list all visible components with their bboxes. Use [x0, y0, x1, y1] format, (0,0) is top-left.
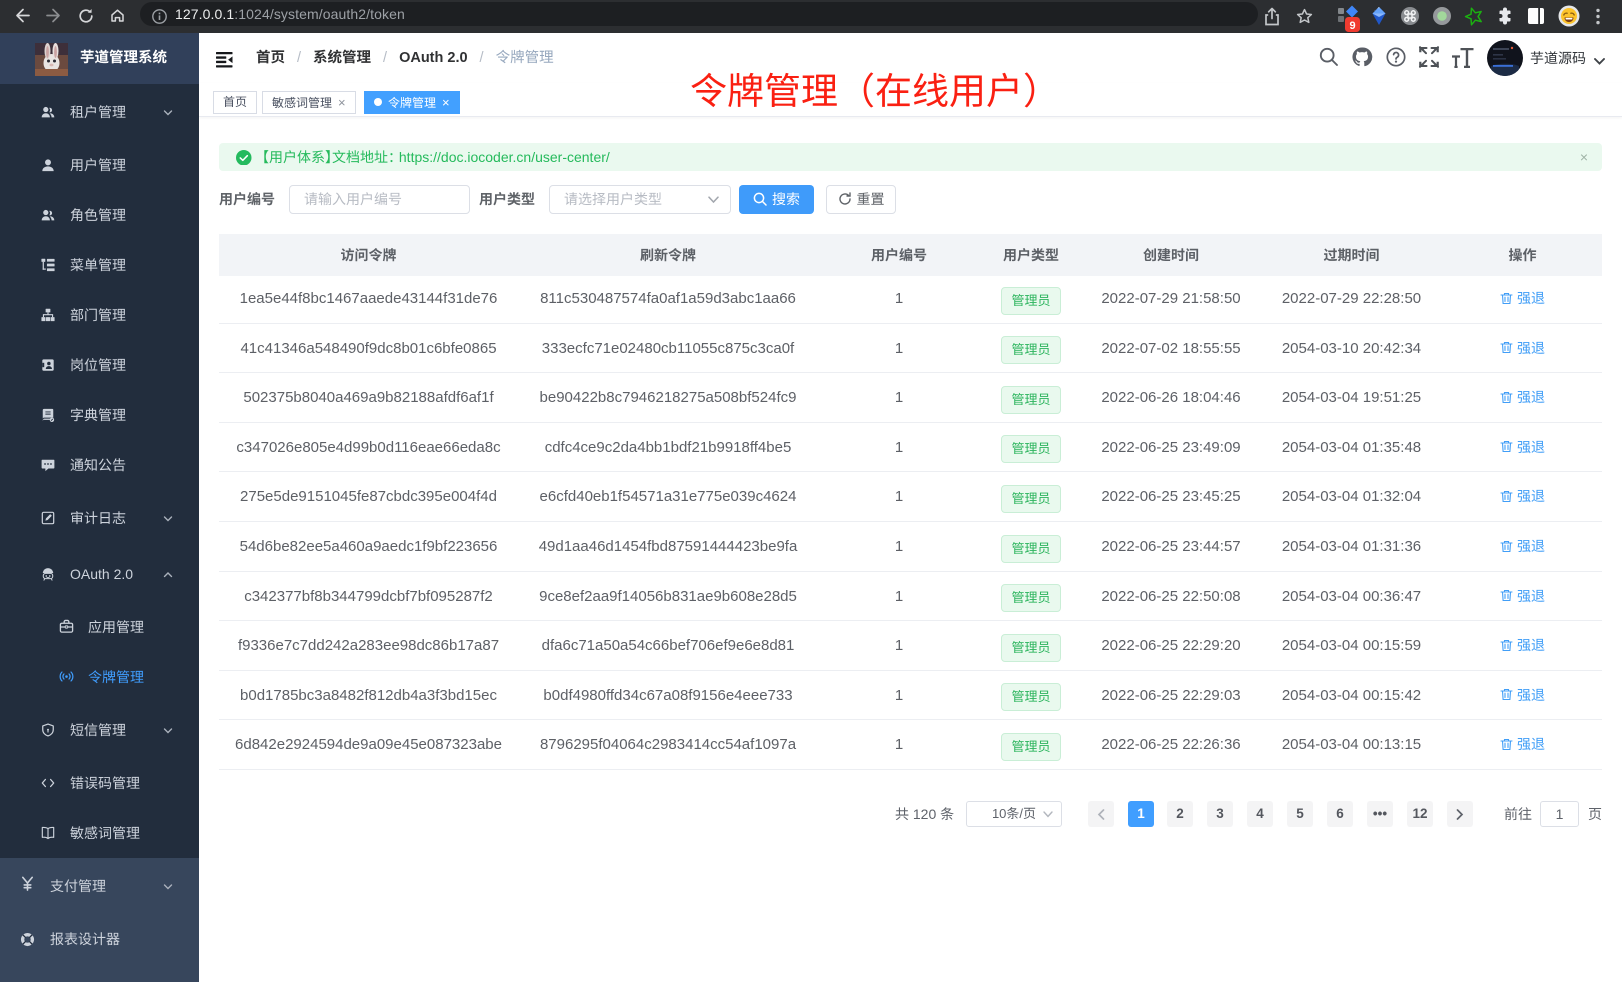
svg-text:9: 9 [1349, 20, 1355, 32]
